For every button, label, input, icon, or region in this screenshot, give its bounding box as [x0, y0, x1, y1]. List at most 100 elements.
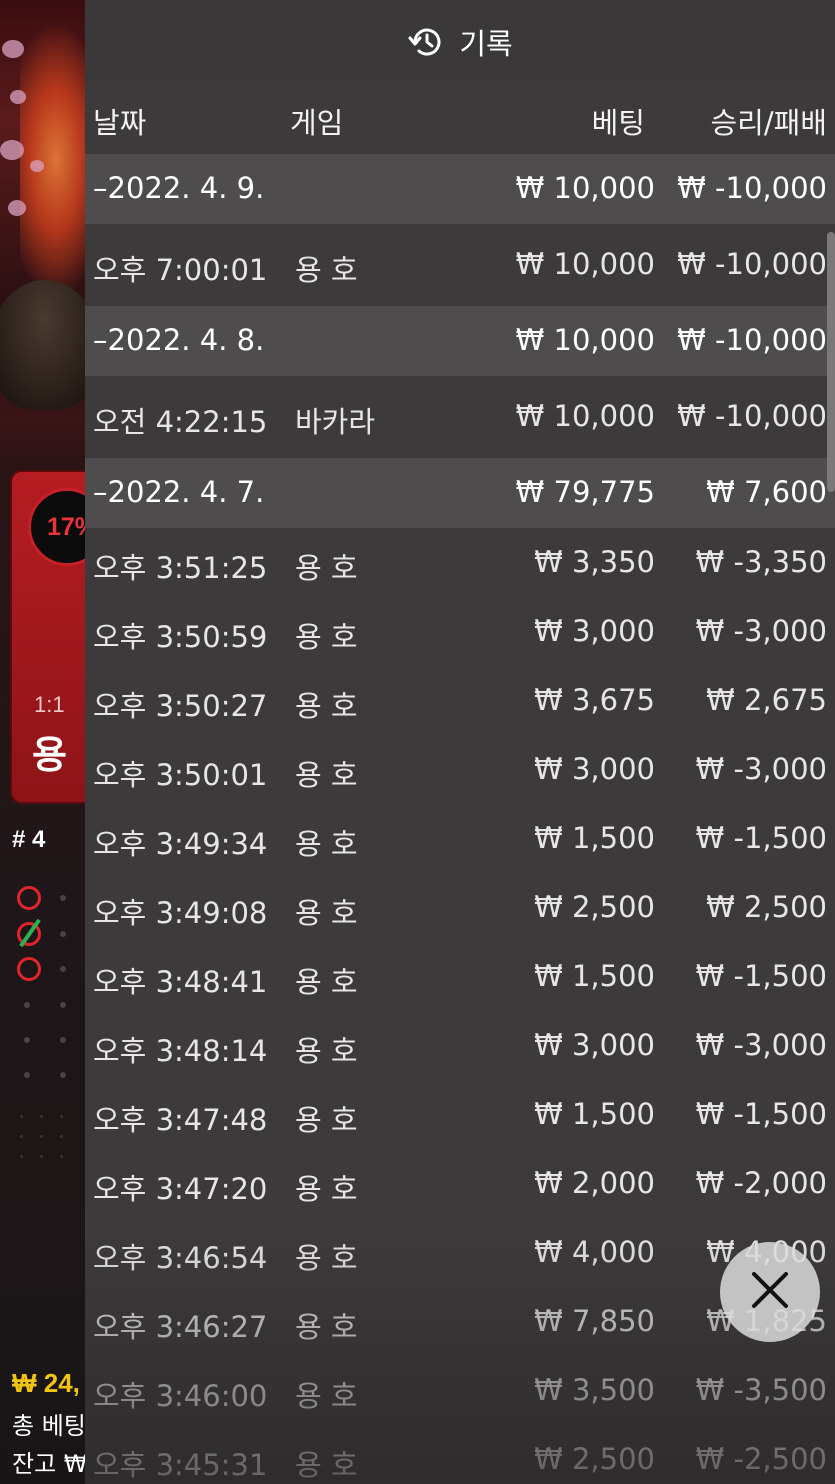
row-bet-amount: ₩ 2,500: [534, 1442, 655, 1476]
column-header-game: 게임: [290, 106, 344, 140]
road-dot: [60, 1135, 63, 1138]
history-row[interactable]: 오후 3:46:00 용 호 ₩ 3,500 ₩ -3,500: [85, 1356, 835, 1425]
row-datetime: 오후 3:48:41: [93, 965, 268, 999]
balance-label: 잔고 ₩: [12, 1450, 88, 1478]
blossom-decoration: [8, 200, 26, 216]
row-result-amount: ₩ -1,500: [695, 959, 827, 993]
row-bet-amount: ₩ 7,850: [534, 1304, 655, 1338]
road-dot: [40, 1115, 43, 1118]
history-row[interactable]: 오후 3:50:59 용 호 ₩ 3,000 ₩ -3,000: [85, 597, 835, 666]
column-header-result: 승리/패배: [710, 106, 828, 140]
row-result-amount: ₩ -1,500: [695, 821, 827, 855]
row-bet-amount: ₩ 10,000: [515, 171, 655, 205]
round-number: # 4: [12, 826, 46, 853]
row-game: 용 호: [295, 1310, 358, 1344]
history-clock-icon: [407, 23, 445, 61]
road-dot: [20, 1155, 23, 1158]
row-game: 용 호: [295, 1034, 358, 1068]
bet-odds: 1:1: [34, 692, 65, 717]
road-dot: [40, 1135, 43, 1138]
row-game: 용 호: [295, 1241, 358, 1275]
close-button[interactable]: [720, 1242, 820, 1342]
row-bet-amount: ₩ 2,000: [534, 1166, 655, 1200]
scrollbar[interactable]: [827, 232, 835, 492]
row-result-amount: ₩ -10,000: [677, 399, 827, 433]
row-datetime: 오후 3:46:27: [93, 1310, 268, 1344]
history-row[interactable]: 오후 3:47:48 용 호 ₩ 1,500 ₩ -1,500: [85, 1080, 835, 1149]
row-bet-amount: ₩ 3,500: [534, 1373, 655, 1407]
row-bet-amount: ₩ 1,500: [534, 821, 655, 855]
road-marker: [17, 886, 41, 910]
row-game: 용 호: [295, 1103, 358, 1137]
row-datetime: 오후 3:51:25: [93, 551, 268, 585]
blossom-decoration: [30, 160, 44, 172]
row-game: 용 호: [295, 253, 358, 287]
row-result-amount: ₩ -10,000: [677, 247, 827, 281]
blossom-decoration: [0, 140, 24, 160]
row-bet-amount: ₩ 3,350: [534, 545, 655, 579]
row-game: 바카라: [295, 405, 376, 439]
row-result-amount: ₩ 2,500: [706, 890, 827, 924]
row-game: 용 호: [295, 1448, 358, 1482]
row-game: 용 호: [295, 1379, 358, 1413]
row-datetime: 오후 3:49:34: [93, 827, 268, 861]
bet-name: 용: [32, 733, 67, 777]
row-datetime: 오후 7:00:01: [93, 253, 268, 287]
history-row[interactable]: 오후 3:49:34 용 호 ₩ 1,500 ₩ -1,500: [85, 804, 835, 873]
road-dot: [20, 1115, 23, 1118]
date-group-row[interactable]: –2022. 4. 7. ₩ 79,775 ₩ 7,600: [85, 458, 835, 528]
row-game: 용 호: [295, 551, 358, 585]
road-dot: [60, 895, 66, 901]
column-header-date: 날짜: [93, 106, 147, 140]
row-bet-amount: ₩ 3,675: [534, 683, 655, 717]
date-group-row[interactable]: –2022. 4. 9. ₩ 10,000 ₩ -10,000: [85, 154, 835, 224]
row-datetime: 오후 3:50:01: [93, 758, 268, 792]
road-dot: [60, 1002, 66, 1008]
row-game: 용 호: [295, 758, 358, 792]
row-bet-amount: ₩ 4,000: [534, 1235, 655, 1269]
blossom-decoration: [2, 40, 24, 58]
close-icon: [748, 1268, 792, 1316]
history-row[interactable]: 오후 3:45:31 용 호 ₩ 2,500 ₩ -2,500: [85, 1425, 835, 1484]
road-dot: [60, 966, 66, 972]
row-datetime: 오후 3:46:54: [93, 1241, 268, 1275]
history-row[interactable]: 오후 3:47:20 용 호 ₩ 2,000 ₩ -2,000: [85, 1149, 835, 1218]
history-row[interactable]: 오후 3:50:01 용 호 ₩ 3,000 ₩ -3,000: [85, 735, 835, 804]
row-result-amount: ₩ -10,000: [677, 323, 827, 357]
road-dot: [24, 1037, 30, 1043]
history-row[interactable]: 오후 3:48:41 용 호 ₩ 1,500 ₩ -1,500: [85, 942, 835, 1011]
road-dot: [60, 1155, 63, 1158]
road-marker: [17, 957, 41, 981]
history-row[interactable]: 오후 3:48:14 용 호 ₩ 3,000 ₩ -3,000: [85, 1011, 835, 1080]
history-row[interactable]: 오전 4:22:15 바카라 ₩ 10,000 ₩ -10,000: [85, 376, 835, 458]
road-dot: [40, 1155, 43, 1158]
row-result-amount: ₩ -2,500: [695, 1442, 827, 1476]
row-datetime: 오후 3:50:59: [93, 620, 268, 654]
history-panel: 기록 날짜 게임 베팅 승리/패배 –2022. 4. 9. ₩ 10,000 ₩ …: [85, 0, 835, 1484]
row-bet-amount: ₩ 3,000: [534, 1028, 655, 1062]
row-bet-amount: ₩ 1,500: [534, 959, 655, 993]
row-result-amount: ₩ -1,500: [695, 1097, 827, 1131]
date-group-row[interactable]: –2022. 4. 8. ₩ 10,000 ₩ -10,000: [85, 306, 835, 376]
row-result-amount: ₩ -3,500: [695, 1373, 827, 1407]
history-row[interactable]: 오후 3:51:25 용 호 ₩ 3,350 ₩ -3,350: [85, 528, 835, 597]
history-row[interactable]: 오후 3:50:27 용 호 ₩ 3,675 ₩ 2,675: [85, 666, 835, 735]
row-result-amount: ₩ -3,350: [695, 545, 827, 579]
row-result-amount: ₩ -3,000: [695, 1028, 827, 1062]
history-title: 기록: [459, 27, 513, 61]
road-dot: [60, 931, 66, 937]
table-header: 날짜 게임 베팅 승리/패배: [85, 84, 835, 154]
row-datetime: –2022. 4. 8.: [93, 323, 265, 357]
row-bet-amount: ₩ 3,000: [534, 752, 655, 786]
row-bet-amount: ₩ 79,775: [515, 475, 655, 509]
row-datetime: –2022. 4. 9.: [93, 171, 265, 205]
row-datetime: 오후 3:48:14: [93, 1034, 268, 1068]
history-row[interactable]: 오후 7:00:01 용 호 ₩ 10,000 ₩ -10,000: [85, 224, 835, 306]
history-row[interactable]: 오후 3:49:08 용 호 ₩ 2,500 ₩ 2,500: [85, 873, 835, 942]
dealer-pot: [0, 280, 90, 410]
dragon-decoration: [20, 20, 90, 300]
row-result-amount: ₩ -2,000: [695, 1166, 827, 1200]
row-result-amount: ₩ -3,000: [695, 752, 827, 786]
row-bet-amount: ₩ 3,000: [534, 614, 655, 648]
road-dot: [24, 1072, 30, 1078]
